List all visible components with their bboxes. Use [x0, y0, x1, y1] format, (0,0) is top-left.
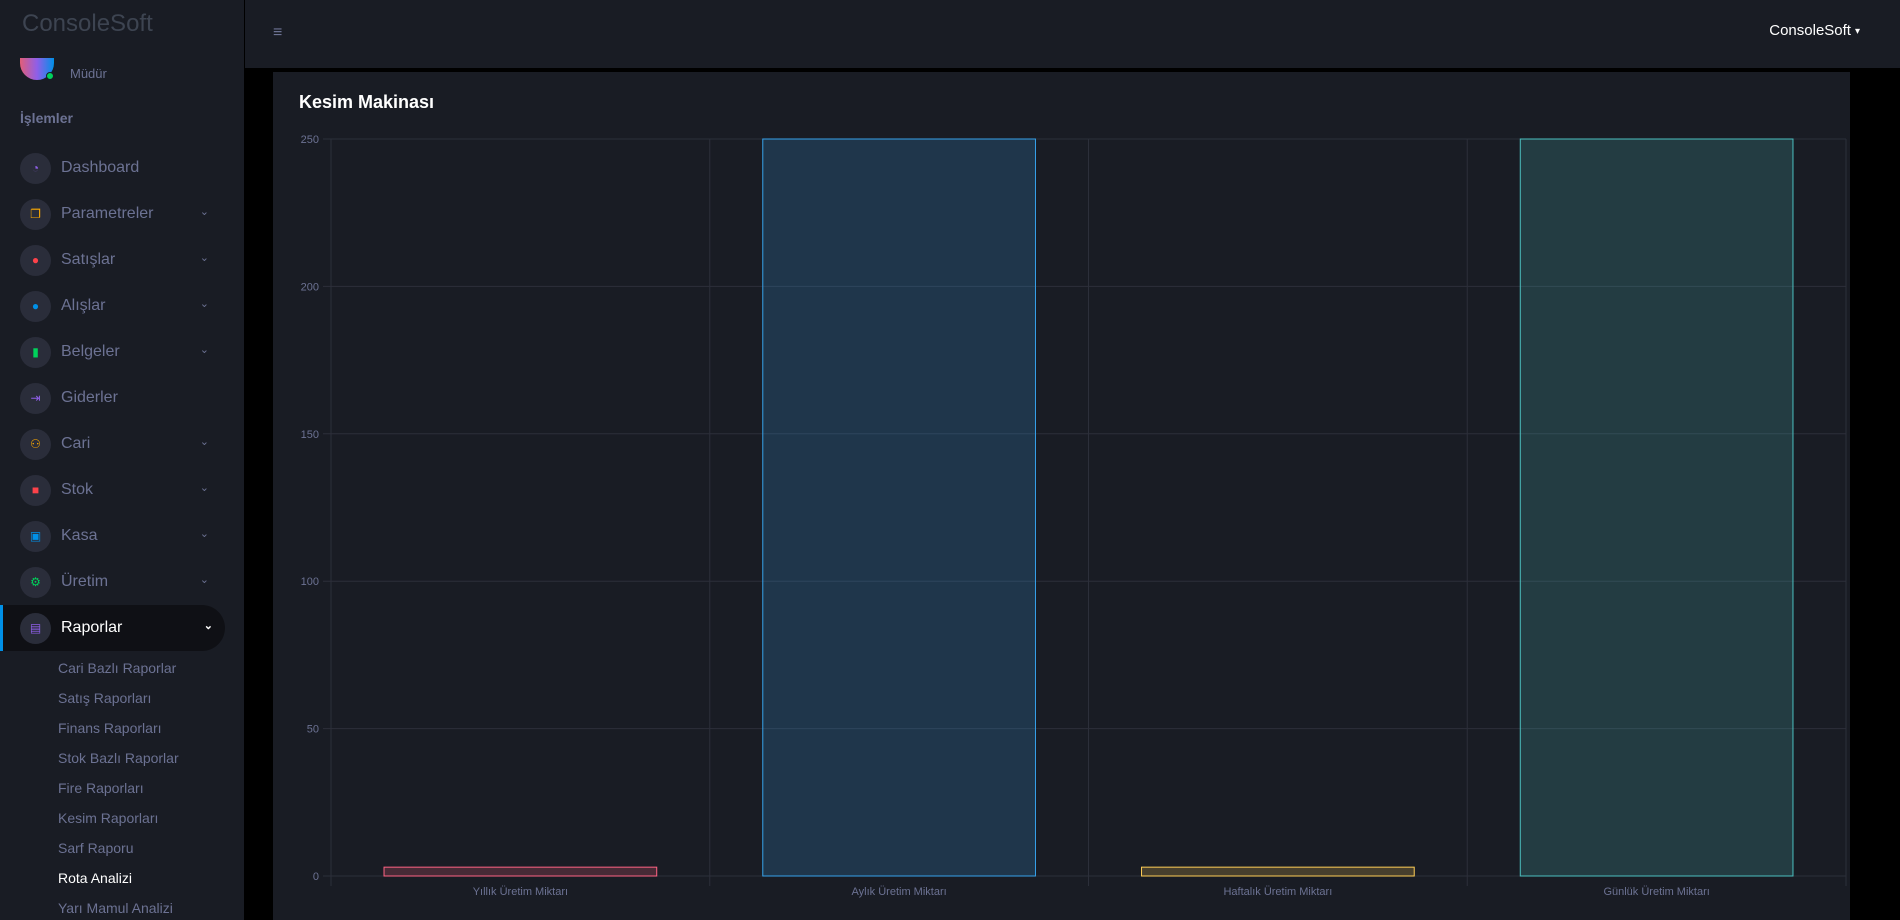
cash-icon: ▣ [20, 520, 51, 552]
sidebar-section-title: İşlemler [20, 110, 73, 126]
chevron-down-icon: ⌄ [199, 436, 209, 448]
user-menu-dropdown[interactable]: ConsoleSoft ▾ [1769, 22, 1860, 39]
chevron-down-icon: ⌄ [199, 252, 209, 264]
sidebar-item-üretim[interactable]: ⚙ Üretim ⌄ [0, 559, 244, 605]
sidebar-item-label: Stok [61, 481, 94, 498]
sidebar-item-label: Satışlar [61, 251, 116, 268]
sidebar-item-cari[interactable]: ⚇ Cari ⌄ [0, 421, 244, 467]
sidebar-item-belgeler[interactable]: ▮ Belgeler ⌄ [0, 329, 244, 375]
submenu-item[interactable]: Stok Bazlı Raporlar [58, 743, 244, 773]
sidebar-item-label: Belgeler [61, 343, 120, 360]
sidebar-item-stok[interactable]: ■ Stok ⌄ [0, 467, 244, 513]
chevron-down-icon: ⌄ [199, 298, 209, 310]
sidebar-item-label: Cari [61, 435, 91, 452]
chevron-down-icon: ⌄ [199, 574, 209, 586]
arrow-right-bar-icon: ⇥ [20, 382, 51, 414]
chart-bar [762, 138, 1036, 877]
online-status-icon [46, 72, 54, 80]
submenu-item[interactable]: Kesim Raporları [58, 803, 244, 833]
sidebar-item-kasa[interactable]: ▣ Kasa ⌄ [0, 513, 244, 559]
sidebar-item-raporlar[interactable]: ▤ Raporlar ⌄ [0, 605, 225, 651]
y-tick-label: 100 [301, 576, 319, 588]
book-icon: ▮ [20, 336, 51, 368]
chevron-down-icon: ⌄ [199, 528, 209, 540]
sidebar-item-satışlar[interactable]: ● Satışlar ⌄ [0, 237, 244, 283]
chevron-down-icon: ⌄ [199, 206, 209, 218]
sidebar-item-giderler[interactable]: ⇥ Giderler [0, 375, 244, 421]
sidebar-item-label: Üretim [61, 573, 109, 590]
submenu-item[interactable]: Yarı Mamul Analizi [58, 893, 244, 920]
x-tick-label: Haftalık Üretim Miktarı [1223, 886, 1332, 898]
clipboard-icon: ▤ [20, 612, 51, 644]
y-tick-label: 250 [301, 134, 319, 146]
speedometer-icon: ◔ [20, 152, 51, 184]
factory-icon: ⚙ [20, 566, 51, 598]
chart-bar [1519, 138, 1794, 877]
submenu-item[interactable]: Cari Bazlı Raporlar [58, 653, 244, 683]
x-tick-label: Yıllık Üretim Miktarı [473, 886, 568, 898]
sidebar-item-label: Raporlar [61, 619, 123, 636]
layers-icon: ❐ [20, 198, 51, 230]
bar-chart: 0 50 100 150 200 250 Yıllık Üretim Miktarı Aylı… [301, 134, 1847, 898]
x-tick-label: Aylık Üretim Miktarı [852, 886, 947, 898]
box-icon: ■ [20, 474, 51, 506]
submenu-item[interactable]: Satış Raporları [58, 683, 244, 713]
page-edge [1876, 68, 1900, 920]
submenu-item[interactable]: Rota Analizi [58, 863, 244, 893]
sidebar-item-parametreler[interactable]: ❐ Parametreler ⌄ [0, 191, 244, 237]
sidebar-item-label: Alışlar [61, 297, 106, 314]
chart-bar [383, 866, 658, 877]
sidebar-item-label: Kasa [61, 527, 98, 544]
user-menu-label: ConsoleSoft [1769, 22, 1851, 39]
y-tick-label: 150 [301, 429, 319, 441]
chart-card: Kesim Makinası 0 50 100 150 200 250 Yıllık Üre… [273, 72, 1850, 920]
sidebar-item-alışlar[interactable]: ● Alışlar ⌄ [0, 283, 244, 329]
submenu-item[interactable]: Sarf Raporu [58, 833, 244, 863]
caret-down-icon: ▾ [1854, 25, 1860, 37]
users-icon: ⚇ [20, 428, 51, 460]
telegram-icon: ● [20, 290, 51, 322]
chevron-down-icon: ⌄ [199, 482, 209, 494]
y-tick-label: 0 [313, 871, 319, 883]
profile-role: Müdür [70, 66, 107, 81]
chart-bar [1141, 866, 1415, 877]
menu-toggle-icon[interactable]: ≡ [273, 24, 282, 42]
top-navbar: ≡ ConsoleSoft ▾ [245, 0, 1900, 68]
x-tick-label: Günlük Üretim Miktarı [1603, 886, 1709, 898]
y-tick-label: 50 [307, 724, 319, 736]
submenu-item[interactable]: Fire Raporları [58, 773, 244, 803]
chevron-down-icon: ⌄ [203, 620, 213, 632]
sidebar-nav: ◔ Dashboard ❐ Parametreler ⌄ ● Satışlar ⌄ ● Alışl… [0, 145, 244, 920]
sidebar: ConsoleSoft Müdür İşlemler ◔ Dashboard ❐ Pa… [0, 0, 245, 920]
sidebar-item-label: Parametreler [61, 205, 154, 222]
sidebar-item-label: Dashboard [61, 159, 140, 176]
play-circle-icon: ● [20, 244, 51, 276]
sidebar-item-dashboard[interactable]: ◔ Dashboard [0, 145, 244, 191]
chevron-down-icon: ⌄ [199, 344, 209, 356]
submenu-item[interactable]: Finans Raporları [58, 713, 244, 743]
sidebar-submenu-raporlar: Cari Bazlı Raporlar Satış Raporları Finans… [0, 653, 244, 920]
y-tick-label: 200 [301, 281, 319, 293]
brand-logo[interactable]: ConsoleSoft [22, 10, 153, 38]
sidebar-item-label: Giderler [61, 389, 118, 406]
